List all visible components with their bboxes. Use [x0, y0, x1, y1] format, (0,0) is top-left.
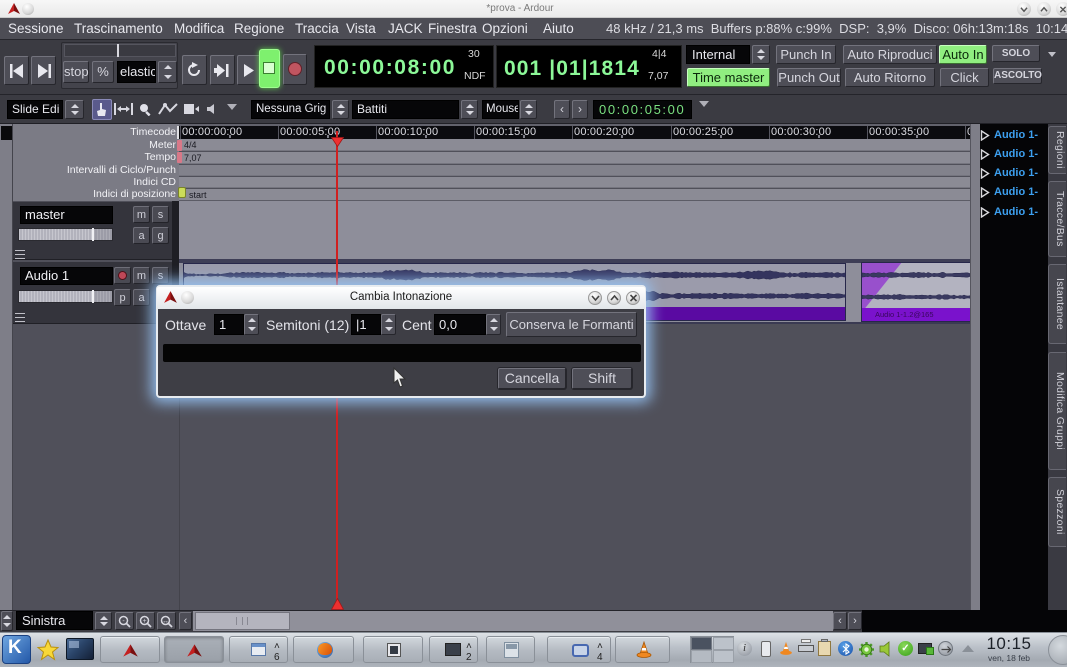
svg-text:↔: ↔ — [162, 618, 169, 625]
svg-text:+: + — [142, 618, 146, 625]
